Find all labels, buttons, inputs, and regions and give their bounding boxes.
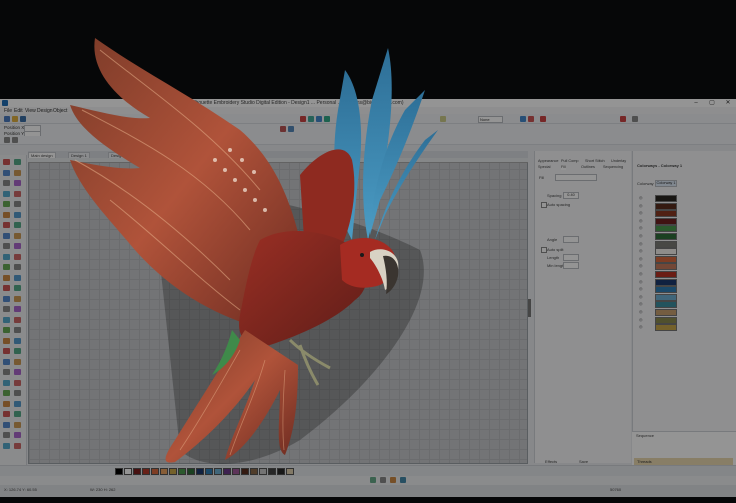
parrot-embroidery-image bbox=[70, 38, 438, 464]
